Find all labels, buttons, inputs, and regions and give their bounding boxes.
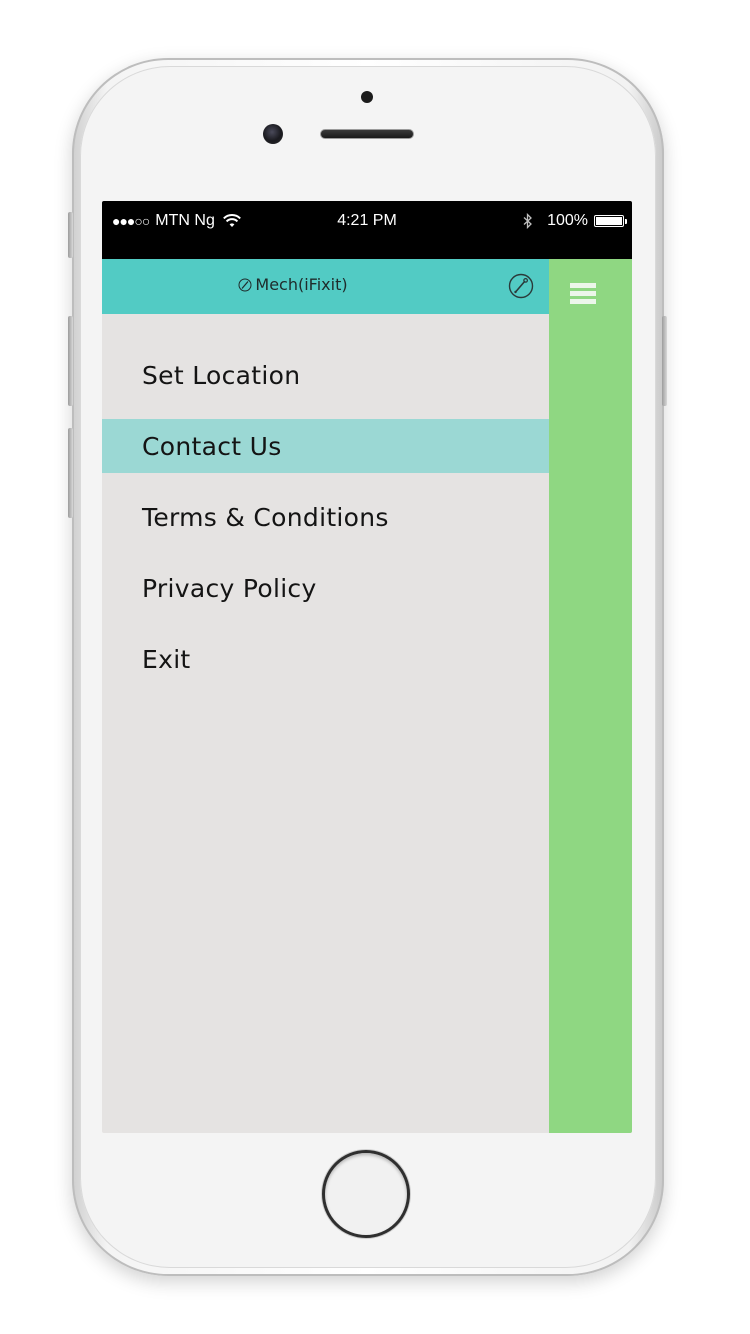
app-title-text: Mech(iFixit) [255, 275, 348, 294]
mockup-stage: ●●●○○ MTN Ng 4:21 PM 100% Mech(iFixit) S… [0, 0, 750, 1334]
mute-switch [68, 212, 73, 258]
battery-icon [594, 215, 627, 227]
proximity-sensor [361, 91, 373, 103]
menu-item-contact-us[interactable]: Contact Us [102, 419, 549, 473]
battery-tip [625, 219, 627, 224]
menu-item-exit[interactable]: Exit [102, 632, 549, 686]
power-button [662, 316, 667, 406]
drawer-menu: Set Location Contact Us Terms & Conditio… [102, 314, 549, 686]
drawer-header: Mech(iFixit) [102, 259, 549, 314]
menu-item-label: Contact Us [142, 431, 282, 461]
earpiece-speaker [320, 129, 414, 139]
battery-percentage: 100% [547, 212, 588, 229]
battery-fill [596, 217, 622, 225]
app-title: Mech(iFixit) [102, 275, 484, 294]
status-right: 100% [523, 212, 627, 230]
bluetooth-icon [523, 213, 533, 229]
volume-up-button [68, 316, 73, 406]
menu-item-privacy-policy[interactable]: Privacy Policy [102, 561, 549, 615]
menu-item-label: Exit [142, 644, 191, 674]
hamburger-icon[interactable] [570, 283, 596, 305]
menu-item-label: Terms & Conditions [142, 502, 389, 532]
menu-item-terms-conditions[interactable]: Terms & Conditions [102, 490, 549, 544]
menu-item-label: Privacy Policy [142, 573, 317, 603]
home-button[interactable] [322, 1150, 410, 1238]
menu-item-label: Set Location [142, 360, 301, 390]
wrench-circle-icon[interactable] [508, 273, 534, 299]
volume-down-button [68, 428, 73, 518]
status-bar: ●●●○○ MTN Ng 4:21 PM 100% [102, 201, 632, 259]
main-content-peek[interactable] [549, 259, 632, 1133]
wrench-icon [238, 278, 252, 291]
menu-item-set-location[interactable]: Set Location [102, 348, 549, 402]
phone-screen: ●●●○○ MTN Ng 4:21 PM 100% Mech(iFixit) S… [102, 201, 632, 1133]
front-camera [263, 124, 283, 144]
